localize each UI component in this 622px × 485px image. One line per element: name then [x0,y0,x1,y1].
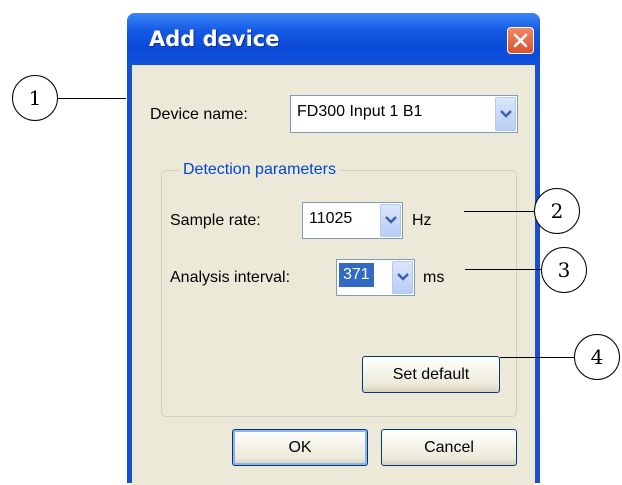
dialog-body: Device name: FD300 Input 1 B1 Detection … [132,65,535,485]
callout-line-2 [464,211,534,212]
callout-2: 2 [534,188,580,234]
device-name-combo[interactable]: FD300 Input 1 B1 [290,95,518,133]
sample-rate-label: Sample rate: [170,212,261,229]
callout-1: 1 [12,75,58,121]
sample-rate-dropdown-button[interactable] [380,204,401,237]
chevron-down-icon [499,109,512,118]
sample-rate-unit: Hz [412,212,432,229]
analysis-interval-combo[interactable]: 371 [336,259,415,296]
callout-3: 3 [541,247,587,293]
chevron-down-icon [384,216,397,224]
detection-parameters-title: Detection parameters [179,161,340,179]
analysis-interval-unit: ms [423,269,445,286]
set-default-button[interactable]: Set default [362,356,500,393]
analysis-interval-value: 371 [339,263,374,287]
sample-rate-combo[interactable]: 11025 [302,202,403,239]
device-name-dropdown-button[interactable] [495,97,516,131]
callout-line-3 [465,269,541,270]
device-name-label: Device name: [150,106,248,123]
device-name-value: FD300 Input 1 B1 [297,103,423,120]
close-icon [513,33,528,48]
cancel-button[interactable]: Cancel [381,429,517,466]
title-bar[interactable]: Add device [127,13,540,65]
ok-button[interactable]: OK [232,429,368,466]
dialog-title: Add device [149,27,280,51]
callout-4: 4 [574,334,620,380]
close-button[interactable] [507,27,534,54]
analysis-interval-label: Analysis interval: [170,269,291,286]
sample-rate-value: 11025 [309,210,353,227]
analysis-interval-dropdown-button[interactable] [392,261,413,294]
chevron-down-icon [396,273,409,281]
callout-line-4 [500,357,574,358]
callout-line-1 [58,98,126,99]
add-device-dialog: Add device Device name: FD300 Input 1 B1… [127,13,540,485]
